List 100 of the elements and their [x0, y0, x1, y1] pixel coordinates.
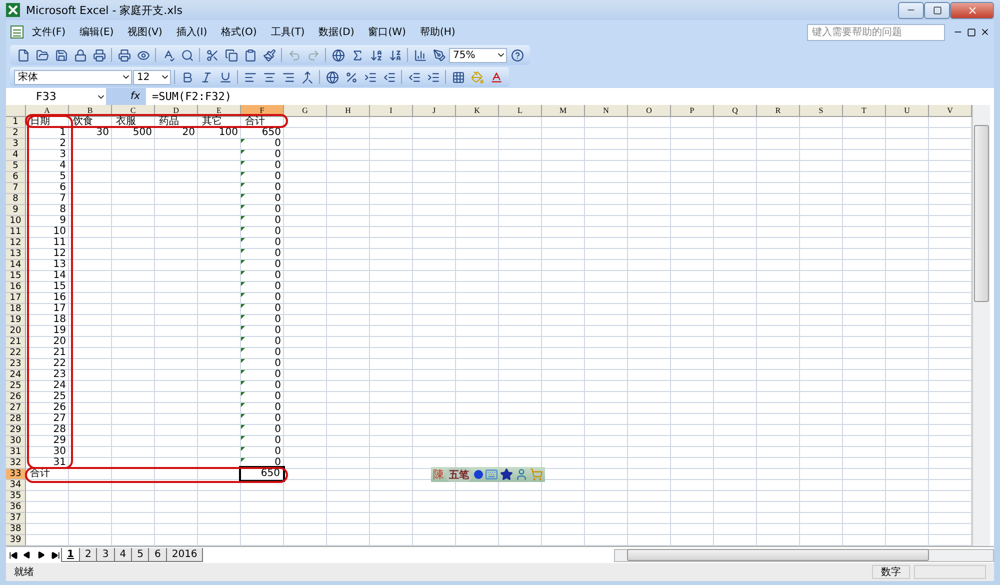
row-header[interactable]: 34: [6, 480, 26, 491]
table-cell-text: 14: [52, 271, 67, 281]
vertical-scrollbar[interactable]: [972, 105, 990, 546]
column-header[interactable]: V: [929, 105, 972, 117]
column-header[interactable]: S: [800, 105, 843, 117]
table-cell-text: 18: [52, 315, 67, 325]
table-cell-text: 13: [52, 260, 67, 270]
table-cell-text: 0: [274, 326, 282, 336]
row-header[interactable]: 5: [6, 161, 26, 172]
row-header[interactable]: 21: [6, 337, 26, 348]
horizontal-scrollbar[interactable]: [614, 548, 994, 562]
column-header[interactable]: M: [542, 105, 585, 117]
menu-item[interactable]: 编辑(E): [74, 23, 120, 41]
name-box[interactable]: F33: [6, 89, 106, 104]
row-header[interactable]: 15: [6, 271, 26, 282]
column-header[interactable]: R: [757, 105, 800, 117]
row-header[interactable]: 14: [6, 260, 26, 271]
table-cell-text: 12: [52, 249, 67, 259]
row-header[interactable]: 2: [6, 128, 26, 139]
menu-item[interactable]: 帮助(H): [414, 23, 462, 41]
row-header[interactable]: 38: [6, 524, 26, 535]
font-size-dropdown[interactable]: 12: [133, 70, 171, 84]
column-header[interactable]: N: [585, 105, 628, 117]
menu-item[interactable]: 窗口(W): [362, 23, 412, 41]
close-button[interactable]: [950, 2, 994, 18]
row-header[interactable]: 1: [6, 117, 26, 128]
row-header[interactable]: 6: [6, 172, 26, 183]
row-header[interactable]: 20: [6, 326, 26, 337]
column-header[interactable]: K: [456, 105, 499, 117]
user-icon[interactable]: [515, 468, 528, 481]
table-cell-text: 23: [52, 370, 67, 380]
zoom-dropdown[interactable]: 75%: [449, 48, 507, 62]
row-header[interactable]: 13: [6, 249, 26, 260]
dot-icon[interactable]: [474, 470, 483, 479]
sheet-tab[interactable]: 2016: [166, 548, 204, 562]
table-cell-text: 25: [52, 392, 67, 402]
row-header[interactable]: 29: [6, 425, 26, 436]
column-header[interactable]: Q: [714, 105, 757, 117]
input-mode[interactable]: 五笔: [446, 468, 472, 482]
row-header[interactable]: 3: [6, 139, 26, 150]
formula-field[interactable]: =SUM(F2:F32): [152, 90, 232, 103]
restore-icon[interactable]: [967, 28, 976, 36]
sheet-tab[interactable]: 5: [131, 548, 150, 562]
row-header[interactable]: 36: [6, 502, 26, 513]
row-header[interactable]: 24: [6, 370, 26, 381]
table-cell-text: 0: [274, 249, 282, 259]
row-header[interactable]: 26: [6, 392, 26, 403]
column-header[interactable]: G: [284, 105, 327, 117]
star-icon[interactable]: [500, 468, 513, 481]
row-header[interactable]: 7: [6, 183, 26, 194]
row-header[interactable]: 27: [6, 403, 26, 414]
row-header[interactable]: 10: [6, 216, 26, 227]
column-header[interactable]: T: [843, 105, 886, 117]
row-header[interactable]: 17: [6, 293, 26, 304]
menu-item[interactable]: 数据(D): [312, 23, 360, 41]
menu-item[interactable]: 格式(O): [215, 23, 263, 41]
column-header[interactable]: P: [671, 105, 714, 117]
maximize-button[interactable]: [924, 2, 950, 18]
row-header[interactable]: 19: [6, 315, 26, 326]
menu-item[interactable]: 文件(F): [26, 23, 72, 41]
row-header[interactable]: 12: [6, 238, 26, 249]
row-header[interactable]: 8: [6, 194, 26, 205]
row-header[interactable]: 9: [6, 205, 26, 216]
row-header[interactable]: 16: [6, 282, 26, 293]
table-cell-text: 0: [274, 425, 282, 435]
column-header[interactable]: J: [413, 105, 456, 117]
close-icon[interactable]: [980, 27, 990, 37]
row-header[interactable]: 37: [6, 513, 26, 524]
row-header[interactable]: 4: [6, 150, 26, 161]
table-cell-text: 0: [274, 183, 282, 193]
row-header[interactable]: 33: [6, 469, 26, 480]
sheet-tab[interactable]: 1: [61, 548, 80, 562]
row-header[interactable]: 32: [6, 458, 26, 469]
column-header[interactable]: I: [370, 105, 413, 117]
table-cell-text: 5: [58, 172, 67, 182]
table-cell-text: 27: [52, 414, 67, 424]
row-header[interactable]: 22: [6, 348, 26, 359]
row-header[interactable]: 23: [6, 359, 26, 370]
status-mode: 数字: [872, 565, 910, 579]
sheet-tab[interactable]: 3: [96, 548, 115, 562]
row-header[interactable]: 25: [6, 381, 26, 392]
column-header[interactable]: H: [327, 105, 370, 117]
row-header[interactable]: 30: [6, 436, 26, 447]
insert-function-button[interactable]: fx: [106, 88, 146, 105]
row-header[interactable]: 28: [6, 414, 26, 425]
column-header[interactable]: L: [499, 105, 542, 117]
help-search-field[interactable]: 键入需要帮助的问题: [807, 24, 945, 40]
row-header[interactable]: 31: [6, 447, 26, 458]
menu-item[interactable]: 插入(I): [170, 23, 214, 41]
row-header[interactable]: 18: [6, 304, 26, 315]
font-dropdown[interactable]: 宋体: [14, 70, 132, 84]
column-header[interactable]: U: [886, 105, 929, 117]
menu-item[interactable]: 视图(V): [122, 23, 168, 41]
row-header[interactable]: 39: [6, 535, 26, 546]
row-header[interactable]: 35: [6, 491, 26, 502]
table-cell-text: 其它: [201, 117, 223, 127]
sheet-tab[interactable]: 6: [148, 548, 167, 562]
menu-item[interactable]: 工具(T): [264, 23, 311, 41]
column-header[interactable]: O: [628, 105, 671, 117]
row-header[interactable]: 11: [6, 227, 26, 238]
